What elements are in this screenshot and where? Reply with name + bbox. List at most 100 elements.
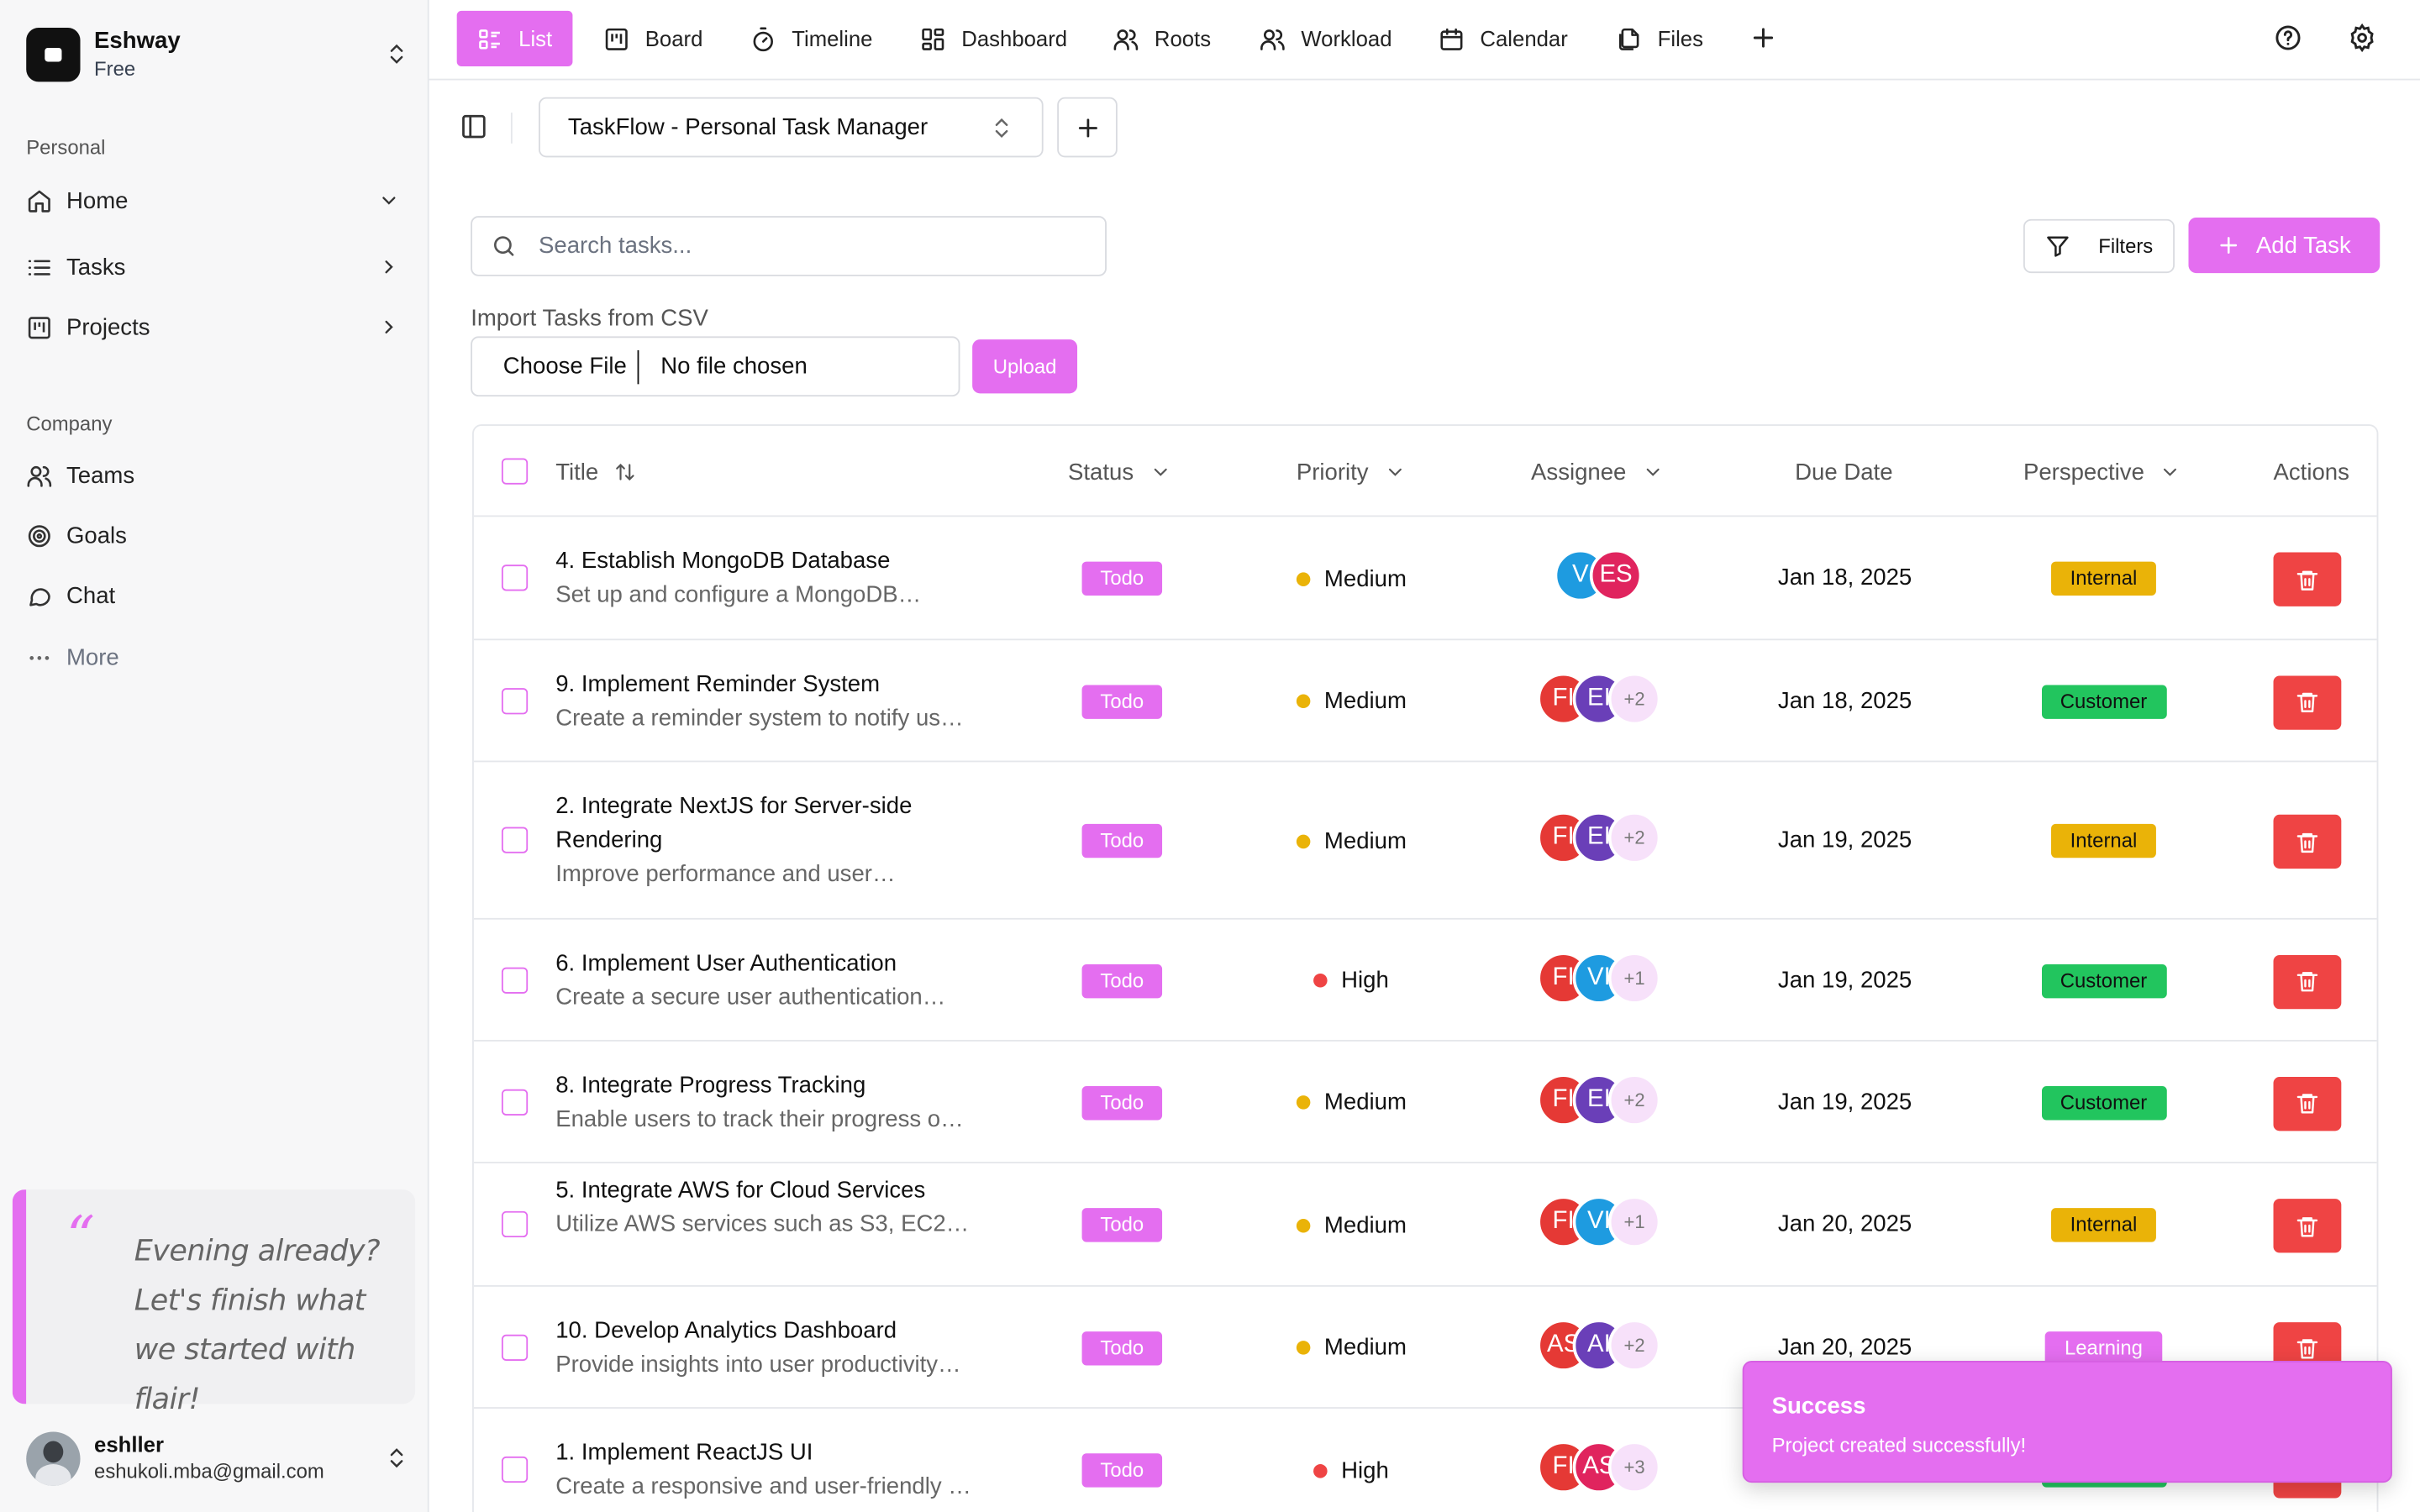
priority-cell[interactable]: High bbox=[1313, 965, 1389, 996]
assignee-overflow-badge[interactable]: +1 bbox=[1607, 951, 1661, 1004]
calendar-icon bbox=[1440, 27, 1463, 50]
tab-roots[interactable]: Roots bbox=[1092, 11, 1231, 66]
sidebar-item-home[interactable]: Home bbox=[26, 177, 409, 223]
status-badge[interactable]: Todo bbox=[1081, 1331, 1163, 1365]
sidebar-item-chat[interactable]: Chat bbox=[26, 572, 409, 618]
tab-timeline[interactable]: Timeline bbox=[730, 11, 893, 66]
column-label: Assignee bbox=[1531, 459, 1627, 486]
task-title-cell[interactable]: 5. Integrate AWS for Cloud Services Utili… bbox=[555, 1174, 987, 1242]
status-badge[interactable]: Todo bbox=[1081, 1208, 1163, 1242]
workspace-switcher[interactable]: Eshway Free bbox=[26, 24, 409, 83]
add-project-button[interactable] bbox=[1057, 97, 1118, 158]
gear-icon[interactable] bbox=[2348, 23, 2377, 53]
row-checkbox[interactable] bbox=[501, 1088, 529, 1116]
column-assignee[interactable]: Assignee bbox=[1531, 457, 1663, 488]
help-icon[interactable] bbox=[2274, 24, 2303, 53]
success-toast[interactable]: Success Project created successfully! bbox=[1742, 1361, 2392, 1483]
due-date: Jan 19, 2025 bbox=[1777, 966, 1912, 993]
add-view-icon[interactable] bbox=[1749, 24, 1778, 53]
task-title-cell[interactable]: 9. Implement Reminder System Create a rem… bbox=[555, 667, 987, 735]
task-title-cell[interactable]: 8. Integrate Progress Tracking Enable use… bbox=[555, 1068, 987, 1137]
column-title[interactable]: Title bbox=[555, 457, 635, 488]
column-perspective[interactable]: Perspective bbox=[2023, 457, 2181, 488]
row-checkbox[interactable] bbox=[501, 687, 529, 714]
row-checkbox[interactable] bbox=[501, 827, 529, 853]
column-priority[interactable]: Priority bbox=[1297, 457, 1406, 488]
row-checkbox[interactable] bbox=[501, 1210, 529, 1238]
row-checkbox[interactable] bbox=[501, 1333, 529, 1361]
choose-file-button[interactable]: Choose File bbox=[472, 349, 639, 384]
priority-cell[interactable]: High bbox=[1313, 1455, 1389, 1486]
delete-task-button[interactable] bbox=[2273, 1199, 2342, 1253]
assignee-overflow-badge[interactable]: +2 bbox=[1607, 671, 1661, 725]
project-selector[interactable]: TaskFlow - Personal Task Manager bbox=[539, 97, 1044, 158]
delete-task-button[interactable] bbox=[2273, 675, 2342, 729]
tab-dashboard[interactable]: Dashboard bbox=[900, 11, 1087, 66]
tab-files[interactable]: Files bbox=[1596, 11, 1723, 66]
upload-button[interactable]: Upload bbox=[972, 339, 1078, 394]
assignee-overflow-badge[interactable]: +2 bbox=[1607, 811, 1661, 864]
task-title-cell[interactable]: 2. Integrate NextJS for Server-side Rend… bbox=[555, 790, 987, 891]
add-task-button[interactable]: Add Task bbox=[2188, 217, 2381, 274]
row-checkbox[interactable] bbox=[501, 564, 529, 591]
assignee-overflow-badge[interactable]: +3 bbox=[1607, 1441, 1661, 1494]
status-badge[interactable]: Todo bbox=[1081, 561, 1163, 596]
delete-task-button[interactable] bbox=[2273, 814, 2342, 869]
assignee-overflow-badge[interactable]: +2 bbox=[1607, 1318, 1661, 1371]
delete-task-button[interactable] bbox=[2273, 954, 2342, 1009]
tab-label: List bbox=[518, 26, 553, 51]
priority-label: Medium bbox=[1323, 688, 1407, 715]
table-row[interactable]: 2. Integrate NextJS for Server-side Rend… bbox=[473, 762, 2377, 920]
perspective-badge[interactable]: Customer bbox=[2041, 1085, 2166, 1120]
tab-workload[interactable]: Workload bbox=[1239, 11, 1413, 66]
sidebar-item-goals[interactable]: Goals bbox=[26, 512, 409, 559]
sidebar-item-more[interactable]: More bbox=[26, 634, 409, 680]
perspective-badge[interactable]: Learning bbox=[2044, 1331, 2163, 1365]
sidebar-item-projects[interactable]: Projects bbox=[26, 304, 409, 350]
status-badge[interactable]: Todo bbox=[1081, 1085, 1163, 1120]
task-title-cell[interactable]: 4. Establish MongoDB Database Set up and … bbox=[555, 544, 987, 612]
table-row[interactable]: 6. Implement User Authentication Create a… bbox=[473, 920, 2377, 1042]
status-badge[interactable]: Todo bbox=[1081, 684, 1163, 718]
status-badge[interactable]: Todo bbox=[1081, 823, 1163, 858]
table-row[interactable]: 9. Implement Reminder System Create a rem… bbox=[473, 640, 2377, 763]
task-title-cell[interactable]: 6. Implement User Authentication Create a… bbox=[555, 947, 987, 1015]
avatar[interactable]: ES bbox=[1589, 549, 1643, 602]
priority-cell[interactable]: Medium bbox=[1296, 1210, 1407, 1241]
csv-file-input[interactable]: Choose File No file chosen bbox=[471, 336, 960, 397]
priority-cell[interactable]: Medium bbox=[1296, 1087, 1407, 1118]
select-all-checkbox[interactable] bbox=[501, 458, 529, 485]
delete-task-button[interactable] bbox=[2273, 1076, 2342, 1131]
sidebar-item-teams[interactable]: Teams bbox=[26, 452, 409, 498]
priority-cell[interactable]: Medium bbox=[1296, 563, 1407, 594]
perspective-badge[interactable]: Internal bbox=[2051, 1208, 2156, 1242]
tab-board[interactable]: Board bbox=[583, 11, 723, 66]
table-row[interactable]: 5. Integrate AWS for Cloud Services Utili… bbox=[473, 1163, 2377, 1287]
filters-button[interactable]: Filters bbox=[2023, 218, 2175, 274]
assignee-overflow-badge[interactable]: +2 bbox=[1607, 1073, 1661, 1126]
row-checkbox[interactable] bbox=[501, 1456, 529, 1483]
task-title-cell[interactable]: 10. Develop Analytics Dashboard Provide i… bbox=[555, 1314, 987, 1382]
delete-task-button[interactable] bbox=[2273, 552, 2342, 606]
assignee-overflow-badge[interactable]: +1 bbox=[1607, 1195, 1661, 1248]
perspective-badge[interactable]: Internal bbox=[2051, 561, 2156, 596]
perspective-badge[interactable]: Customer bbox=[2041, 963, 2166, 998]
task-title-cell[interactable]: 1. Implement ReactJS UI Create a responsi… bbox=[555, 1436, 987, 1504]
sidebar-item-tasks[interactable]: Tasks bbox=[26, 244, 409, 290]
priority-cell[interactable]: Medium bbox=[1296, 685, 1407, 717]
status-badge[interactable]: Todo bbox=[1081, 963, 1163, 998]
row-checkbox[interactable] bbox=[501, 966, 529, 993]
tab-list[interactable]: List bbox=[456, 10, 573, 66]
status-badge[interactable]: Todo bbox=[1081, 1453, 1163, 1488]
column-status[interactable]: Status bbox=[1068, 457, 1171, 488]
perspective-badge[interactable]: Customer bbox=[2041, 684, 2166, 718]
perspective-badge[interactable]: Internal bbox=[2051, 823, 2156, 858]
search-input[interactable] bbox=[539, 233, 1064, 260]
priority-cell[interactable]: Medium bbox=[1296, 1332, 1407, 1363]
tab-calendar[interactable]: Calendar bbox=[1418, 11, 1588, 66]
priority-cell[interactable]: Medium bbox=[1296, 826, 1407, 857]
table-row[interactable]: 4. Establish MongoDB Database Set up and … bbox=[473, 517, 2377, 641]
table-row[interactable]: 8. Integrate Progress Tracking Enable use… bbox=[473, 1042, 2377, 1163]
user-menu[interactable]: eshller eshukoli.mba@gmail.com bbox=[26, 1429, 409, 1488]
sidebar-toggle-icon[interactable] bbox=[460, 113, 487, 140]
